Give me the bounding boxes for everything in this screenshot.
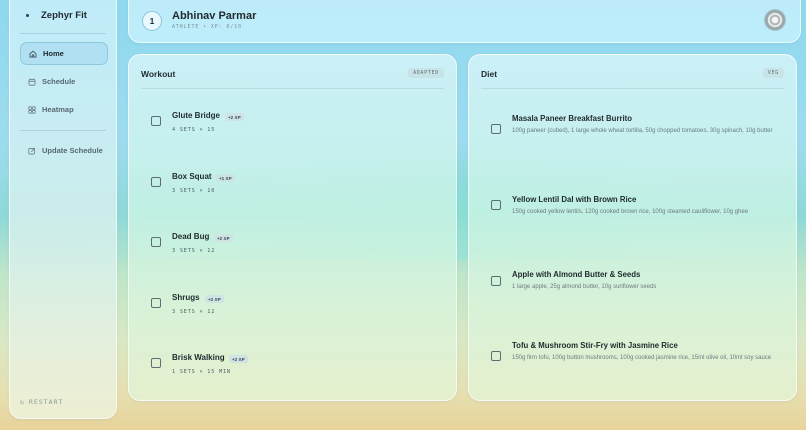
- exercise-name: Shrugs: [172, 293, 200, 302]
- brand-logo-icon: [22, 11, 32, 21]
- meal-name: Yellow Lentil Dal with Brown Rice: [512, 195, 637, 204]
- sidebar-item-schedule[interactable]: Schedule: [20, 70, 108, 93]
- meal-checkbox[interactable]: [491, 124, 501, 134]
- xp-badge: +2 XP: [229, 355, 248, 363]
- avatar[interactable]: [765, 10, 785, 30]
- exercise-sets: 3 SETS × 12: [172, 248, 216, 254]
- diet-card: Diet VEG Masala Paneer Breakfast Burrito…: [468, 54, 797, 401]
- meal-checkbox[interactable]: [491, 276, 501, 286]
- meal-checkbox[interactable]: [491, 351, 501, 361]
- meal-description: 1 large apple, 25g almond butter, 10g su…: [512, 284, 657, 290]
- xp-badge: +2 XP: [205, 295, 224, 303]
- edit-icon: [28, 147, 36, 155]
- home-icon: [29, 50, 37, 58]
- card-divider: [481, 88, 784, 89]
- sidebar-item-home[interactable]: Home: [20, 42, 108, 65]
- user-meta: ATHLETE • XP: 0/10: [172, 25, 242, 30]
- exercise-name: Box Squat: [172, 172, 212, 181]
- exercise-checkbox[interactable]: [151, 237, 161, 247]
- profile-header: 1 Abhinav Parmar ATHLETE • XP: 0/10: [128, 0, 801, 43]
- restart-icon: ↻: [20, 398, 25, 406]
- workout-tag-badge: ADAPTED: [408, 68, 444, 78]
- calendar-icon: [28, 78, 36, 86]
- restart-button[interactable]: ↻ RESTART: [20, 398, 63, 406]
- sidebar-item-label: Home: [43, 49, 64, 58]
- level-badge: 1: [142, 11, 162, 31]
- grid-icon: [28, 105, 36, 114]
- exercise-checkbox[interactable]: [151, 358, 161, 368]
- update-schedule-button[interactable]: Update Schedule: [20, 139, 108, 162]
- meal-description: 150g cooked yellow lentils, 120g cooked …: [512, 209, 749, 215]
- meal-name: Masala Paneer Breakfast Burrito: [512, 114, 633, 123]
- sidebar-item-heatmap[interactable]: Heatmap: [20, 98, 108, 121]
- meal-name: Apple with Almond Butter & Seeds: [512, 270, 641, 279]
- meal-description: 150g firm tofu, 100g button mushrooms, 1…: [512, 355, 772, 361]
- meal-checkbox[interactable]: [491, 200, 501, 210]
- exercise-checkbox[interactable]: [151, 298, 161, 308]
- exercise-sets: 4 SETS × 15: [172, 127, 216, 133]
- xp-badge: +2 XP: [214, 234, 233, 242]
- workout-card: Workout ADAPTED Glute Bridge +2 XP 4 SET…: [128, 54, 457, 401]
- exercise-checkbox[interactable]: [151, 116, 161, 126]
- card-divider: [141, 88, 444, 89]
- user-name: Abhinav Parmar: [172, 10, 257, 22]
- sidebar-divider: [20, 33, 106, 34]
- workout-title: Workout: [141, 69, 176, 79]
- exercise-name: Glute Bridge: [172, 111, 221, 120]
- meal-name: Tofu & Mushroom Stir-Fry with Jasmine Ri…: [512, 341, 678, 350]
- xp-badge: +1 XP: [216, 174, 235, 182]
- exercise-sets: 3 SETS × 12: [172, 309, 216, 315]
- exercise-checkbox[interactable]: [151, 177, 161, 187]
- meal-description: 100g paneer (cubed), 1 large whole wheat…: [512, 128, 773, 134]
- update-schedule-label: Update Schedule: [42, 146, 103, 155]
- exercise-name: Brisk Walking: [172, 353, 225, 362]
- sidebar-item-label: Schedule: [42, 77, 76, 86]
- sidebar-item-label: Heatmap: [42, 105, 74, 114]
- xp-badge: +2 XP: [225, 113, 244, 121]
- restart-label: RESTART: [28, 398, 64, 406]
- diet-tag-badge: VEG: [762, 68, 784, 78]
- sidebar: Zephyr Fit Home Schedule Heatmap Update …: [9, 0, 117, 419]
- exercise-sets: 1 SETS × 15 MIN: [172, 369, 231, 375]
- diet-title: Diet: [481, 69, 498, 79]
- exercise-sets: 3 SETS × 10: [172, 188, 216, 194]
- sidebar-divider: [20, 130, 106, 131]
- brand-name: Zephyr Fit: [41, 10, 87, 21]
- brand: Zephyr Fit: [22, 10, 87, 21]
- exercise-name: Dead Bug: [172, 232, 210, 241]
